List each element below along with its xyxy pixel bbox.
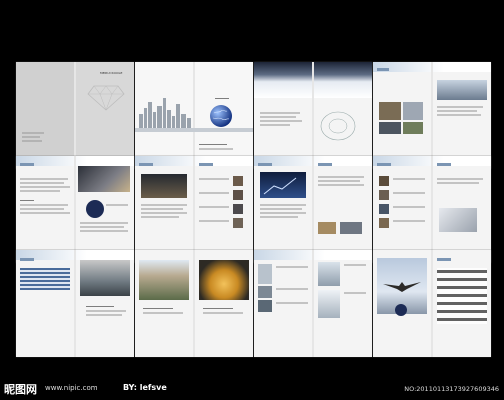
brochure-spread-services: [373, 156, 491, 263]
service-photo: [379, 176, 389, 186]
brochure-spread-partners: [373, 250, 491, 357]
service-photo: [379, 204, 389, 214]
site-url: www.nipic.com: [45, 384, 98, 392]
building-photo: [379, 102, 401, 120]
data-table: [20, 268, 70, 290]
portrait-photo: [233, 218, 243, 228]
skyscraper-photo: [318, 262, 340, 286]
blue-circle-badge: [395, 304, 407, 316]
building-photo: [403, 102, 423, 120]
brochure-spread-architecture: [135, 250, 253, 357]
front-cover-page: MEIRUI ROUGE: [76, 62, 134, 169]
handshake-photo: [318, 222, 336, 234]
site-logo: 昵图网: [4, 383, 37, 396]
service-photo: [379, 218, 389, 228]
portrait-photo: [233, 190, 243, 200]
brochure-spread-team: [135, 156, 253, 263]
brochure-spread-towers: [254, 250, 372, 357]
portrait-photo: [233, 204, 243, 214]
back-cover-page: [16, 62, 74, 169]
brochure-spread-growth: [254, 156, 372, 263]
eagle-icon: [383, 282, 421, 292]
arrow-up-icon: [263, 177, 297, 195]
blue-circle-badge: [86, 200, 104, 218]
tower-photo: [258, 300, 272, 312]
diamond-icon: [87, 85, 125, 111]
city-skyline-image: [135, 98, 253, 132]
building-photo: [403, 122, 423, 134]
brand-mark: MEIRUI ROUGE: [100, 71, 123, 75]
modern-building-photo: [199, 260, 249, 300]
portrait-photo: [233, 176, 243, 186]
skyscraper-photo: [318, 290, 340, 318]
office-photo: [340, 222, 362, 234]
globe-icon: [210, 105, 232, 127]
brochure-spread-buildings: [373, 62, 491, 169]
office-photo: [78, 166, 130, 192]
circle-diagram: [320, 111, 356, 141]
brochure-spread-intro: [16, 156, 134, 263]
image-number: NO:20110113173927609346: [404, 385, 499, 393]
residential-building-photo: [139, 260, 189, 300]
meeting-photo: [141, 174, 187, 198]
document-photo: [439, 208, 477, 232]
tower-photo: [258, 286, 272, 298]
partner-logo-grid: [437, 268, 487, 324]
brochure-spread-clouds: [254, 62, 372, 169]
brochure-spread-skyline: [135, 62, 253, 169]
building-photo: [379, 122, 401, 134]
brochure-spread-cover: MEIRUI ROUGE: [16, 62, 134, 169]
brochure-spread-projects: [16, 250, 134, 357]
aerial-city-photo: [80, 260, 130, 296]
tower-photo: [258, 264, 272, 284]
author-credit: BY: lefsve: [123, 383, 167, 392]
building-photo: [437, 80, 487, 100]
service-photo: [379, 190, 389, 200]
